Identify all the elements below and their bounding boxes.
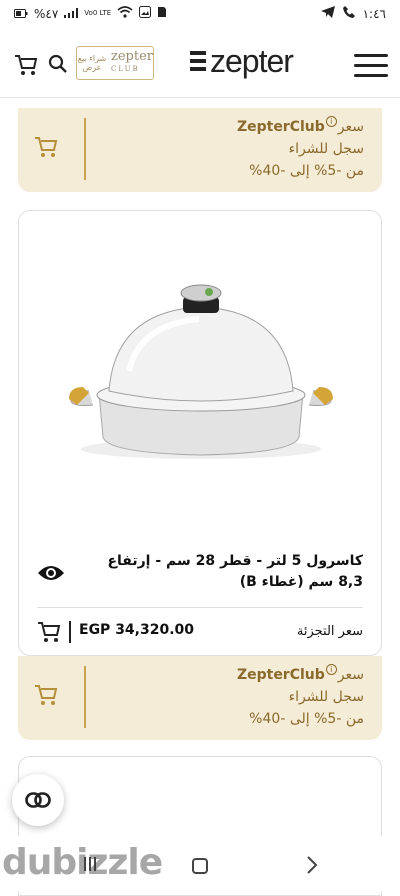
zepter-logo-mark <box>190 51 206 71</box>
club-badge-logo: zepter CLUB <box>111 49 153 75</box>
product-image[interactable] <box>59 281 343 475</box>
promo-register: سجل للشراء <box>288 689 364 705</box>
product-price: EGP 34,320.00 <box>79 622 195 638</box>
info-icon[interactable]: i <box>325 116 337 127</box>
promo-title: سعرiZepterClub <box>237 664 364 686</box>
zepterclub-promo-top: سعرiZepterClub سجل للشراء من -5% إلى -40… <box>18 108 382 192</box>
product-card[interactable]: كاسرول 5 لتر - قطر 28 سم - إرتفاع 8,3 سم… <box>18 210 382 656</box>
retail-price-label: سعر التجزئة <box>296 624 363 639</box>
brand-name: zepter <box>210 43 294 79</box>
info-icon[interactable]: i <box>325 664 337 675</box>
club-badge-brand: zepter <box>111 49 153 64</box>
network-label: Vo0 LTE <box>84 9 112 17</box>
promo-divider <box>84 118 86 180</box>
promo-divider <box>84 666 86 728</box>
promo-text: سعرiZepterClub سجل للشراء من -5% إلى -40… <box>237 116 364 182</box>
promo-price-word: سعر <box>337 119 364 135</box>
promo-price-word: سعر <box>337 667 364 683</box>
search-icon[interactable] <box>48 54 68 78</box>
call-icon <box>342 6 355 21</box>
status-right: ١:٤٦ <box>320 6 386 21</box>
chat-button[interactable] <box>12 774 64 826</box>
status-bar: %٤٧ Vo0 LTE ١:٤٦ <box>0 0 400 28</box>
sim-icon <box>157 6 167 21</box>
promo-brand: ZepterClub <box>236 119 325 135</box>
site-header: شراء بيع عرض zepter CLUB zepter <box>0 36 400 98</box>
promo-text: سعرiZepterClub سجل للشراء من -5% إلى -40… <box>237 664 364 730</box>
club-badge-arabic: شراء بيع عرض <box>77 54 107 72</box>
promo-discount: من -5% إلى -40% <box>249 163 364 179</box>
cart-icon[interactable] <box>37 621 61 647</box>
telegram-icon <box>320 6 335 21</box>
hamburger-menu-icon[interactable] <box>354 52 390 78</box>
clock-time: ١:٤٦ <box>362 6 386 21</box>
chat-icon <box>25 792 51 808</box>
battery-icon <box>14 7 28 21</box>
price-separator <box>69 621 71 643</box>
club-badge-sub: CLUB <box>111 65 140 73</box>
add-to-cart-icon[interactable] <box>34 684 58 710</box>
card-divider <box>37 607 363 608</box>
promo-title: سعرiZepterClub <box>237 116 364 138</box>
dubizzle-watermark: dubizzle <box>2 842 163 883</box>
eye-icon[interactable] <box>37 563 65 587</box>
home-icon[interactable] <box>192 858 208 874</box>
back-icon[interactable] <box>306 855 318 879</box>
image-notification-icon <box>139 6 152 21</box>
cart-icon[interactable] <box>14 54 38 80</box>
wifi-icon <box>117 6 133 21</box>
zepterclub-promo-bottom: سعرiZepterClub سجل للشراء من -5% إلى -40… <box>18 656 382 740</box>
product-title[interactable]: كاسرول 5 لتر - قطر 28 سم - إرتفاع 8,3 سم… <box>88 551 363 593</box>
status-left: %٤٧ Vo0 LTE <box>14 6 167 21</box>
promo-register: سجل للشراء <box>288 141 364 157</box>
promo-brand: ZepterClub <box>236 667 325 683</box>
zepter-club-badge[interactable]: شراء بيع عرض zepter CLUB <box>76 46 154 80</box>
add-to-cart-icon[interactable] <box>34 136 58 162</box>
zepter-logo[interactable]: zepter <box>190 43 294 79</box>
promo-discount: من -5% إلى -40% <box>249 711 364 727</box>
battery-percent: %٤٧ <box>34 6 59 21</box>
signal-icon <box>64 7 79 21</box>
